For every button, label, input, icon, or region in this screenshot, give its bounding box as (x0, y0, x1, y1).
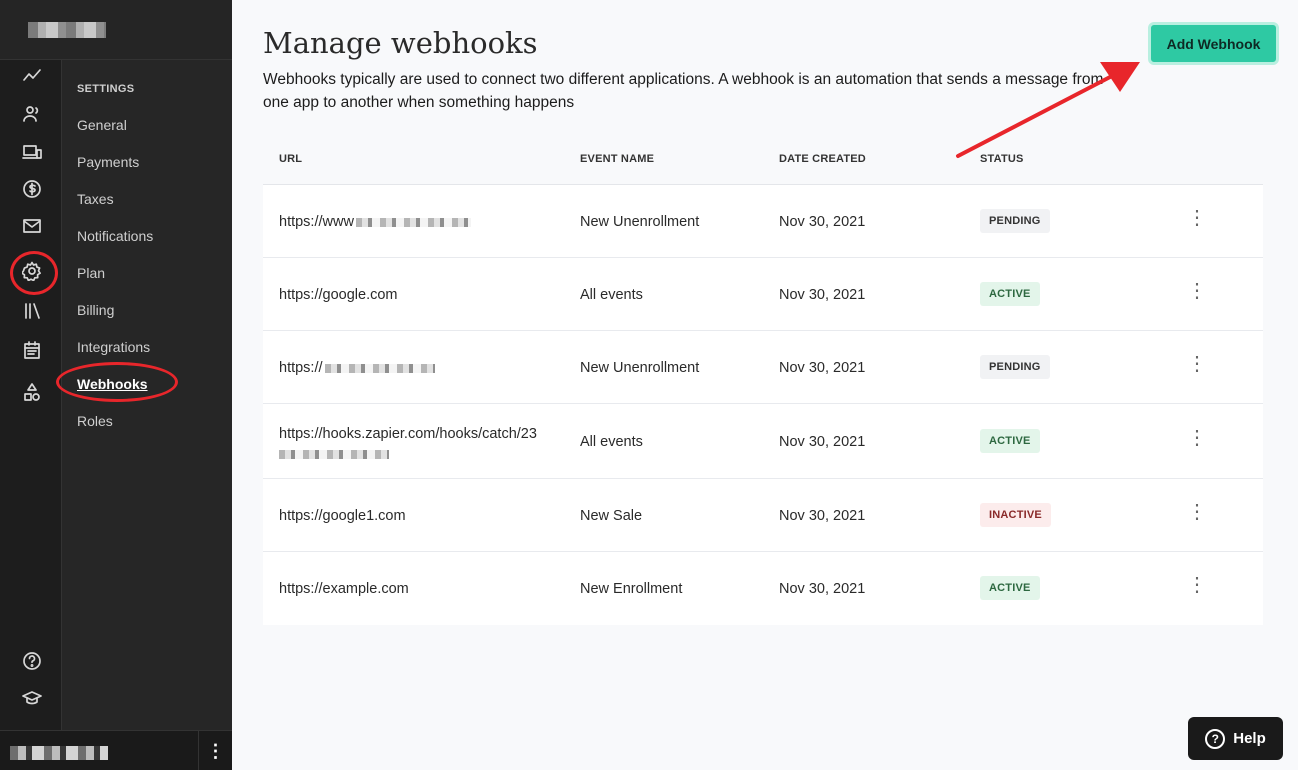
table-row[interactable]: https://google.com All events Nov 30, 20… (263, 258, 1263, 331)
nav-item-roles[interactable]: Roles (77, 413, 113, 429)
date-created: Nov 30, 2021 (779, 287, 866, 303)
products-icon[interactable] (18, 138, 46, 166)
help-icon: ? (1205, 728, 1226, 749)
status-badge: ACTIVE (980, 429, 1040, 453)
col-url: URL (279, 153, 303, 165)
row-menu-icon[interactable]: ⋮ (1187, 354, 1207, 374)
account-menu-icon[interactable]: ⋮ (198, 731, 232, 770)
col-event-name: EVENT NAME (580, 153, 655, 165)
table-row[interactable]: https:// New Unenrollment Nov 30, 2021 P… (263, 331, 1263, 404)
analytics-icon[interactable] (18, 62, 46, 90)
help-button[interactable]: ? Help (1188, 717, 1283, 760)
webhook-url: https://www (279, 214, 471, 230)
webhook-url: https://google.com (279, 287, 398, 303)
settings-heading: SETTINGS (77, 83, 135, 95)
graduation-cap-icon[interactable] (18, 684, 46, 712)
event-name: New Unenrollment (580, 214, 700, 230)
nav-item-integrations[interactable]: Integrations (77, 339, 150, 355)
date-created: Nov 30, 2021 (779, 214, 866, 230)
status-badge: PENDING (980, 355, 1050, 379)
event-name: New Sale (580, 508, 643, 524)
col-date-created: DATE CREATED (779, 153, 866, 165)
brand-logo[interactable] (0, 0, 232, 60)
row-menu-icon[interactable]: ⋮ (1187, 208, 1207, 228)
col-status: STATUS (980, 153, 1024, 165)
event-name: All events (580, 434, 643, 450)
nav-item-general[interactable]: General (77, 117, 127, 133)
nav-item-plan[interactable]: Plan (77, 265, 105, 281)
dollar-icon[interactable] (18, 175, 46, 203)
account-bar[interactable]: ⋮ (0, 730, 232, 770)
date-created: Nov 30, 2021 (779, 434, 866, 450)
nav-item-payments[interactable]: Payments (77, 154, 139, 170)
settings-gear-icon[interactable] (18, 257, 46, 285)
row-menu-icon[interactable]: ⋮ (1187, 575, 1207, 595)
icon-rail (0, 60, 62, 730)
shapes-icon[interactable] (18, 378, 46, 406)
redacted-account-name (10, 746, 108, 760)
row-menu-icon[interactable]: ⋮ (1187, 281, 1207, 301)
add-webhook-button[interactable]: Add Webhook (1148, 22, 1279, 65)
calendar-icon[interactable] (18, 336, 46, 364)
mail-icon[interactable] (18, 212, 46, 240)
app-sidebar: SETTINGS General Payments Taxes Notifica… (0, 0, 232, 770)
table-header: URL EVENT NAME DATE CREATED STATUS (263, 143, 1263, 185)
event-name: New Unenrollment (580, 360, 700, 376)
users-icon[interactable] (18, 100, 46, 128)
event-name: New Enrollment (580, 581, 683, 597)
date-created: Nov 30, 2021 (779, 508, 866, 524)
main-content: Manage webhooks Webhooks typically are u… (232, 0, 1298, 770)
help-label: Help (1233, 730, 1266, 747)
status-badge: PENDING (980, 209, 1050, 233)
nav-item-webhooks[interactable]: Webhooks (77, 376, 148, 392)
webhook-url: https:// (279, 360, 435, 376)
redacted-logo (28, 22, 106, 38)
table-row[interactable]: https://www New Unenrollment Nov 30, 202… (263, 185, 1263, 258)
status-badge: INACTIVE (980, 503, 1051, 527)
date-created: Nov 30, 2021 (779, 360, 866, 376)
table-row[interactable]: https://example.com New Enrollment Nov 3… (263, 552, 1263, 625)
event-name: All events (580, 287, 643, 303)
library-icon[interactable] (18, 297, 46, 325)
nav-item-notifications[interactable]: Notifications (77, 228, 153, 244)
settings-nav: SETTINGS General Payments Taxes Notifica… (62, 60, 232, 730)
page-title: Manage webhooks (263, 26, 538, 60)
row-menu-icon[interactable]: ⋮ (1187, 428, 1207, 448)
status-badge: ACTIVE (980, 576, 1040, 600)
date-created: Nov 30, 2021 (779, 581, 866, 597)
webhook-url: https://example.com (279, 581, 409, 597)
nav-item-taxes[interactable]: Taxes (77, 191, 114, 207)
status-badge: ACTIVE (980, 282, 1040, 306)
nav-item-billing[interactable]: Billing (77, 302, 114, 318)
table-row[interactable]: https://google1.com New Sale Nov 30, 202… (263, 479, 1263, 552)
webhooks-table: https://www New Unenrollment Nov 30, 202… (263, 185, 1263, 625)
row-menu-icon[interactable]: ⋮ (1187, 502, 1207, 522)
page-description: Webhooks typically are used to connect t… (263, 71, 1104, 111)
table-row[interactable]: https://hooks.zapier.com/hooks/catch/23 … (263, 404, 1263, 479)
help-circle-icon[interactable] (18, 647, 46, 675)
webhook-url: https://hooks.zapier.com/hooks/catch/23 (279, 424, 569, 464)
webhook-url: https://google1.com (279, 508, 406, 524)
